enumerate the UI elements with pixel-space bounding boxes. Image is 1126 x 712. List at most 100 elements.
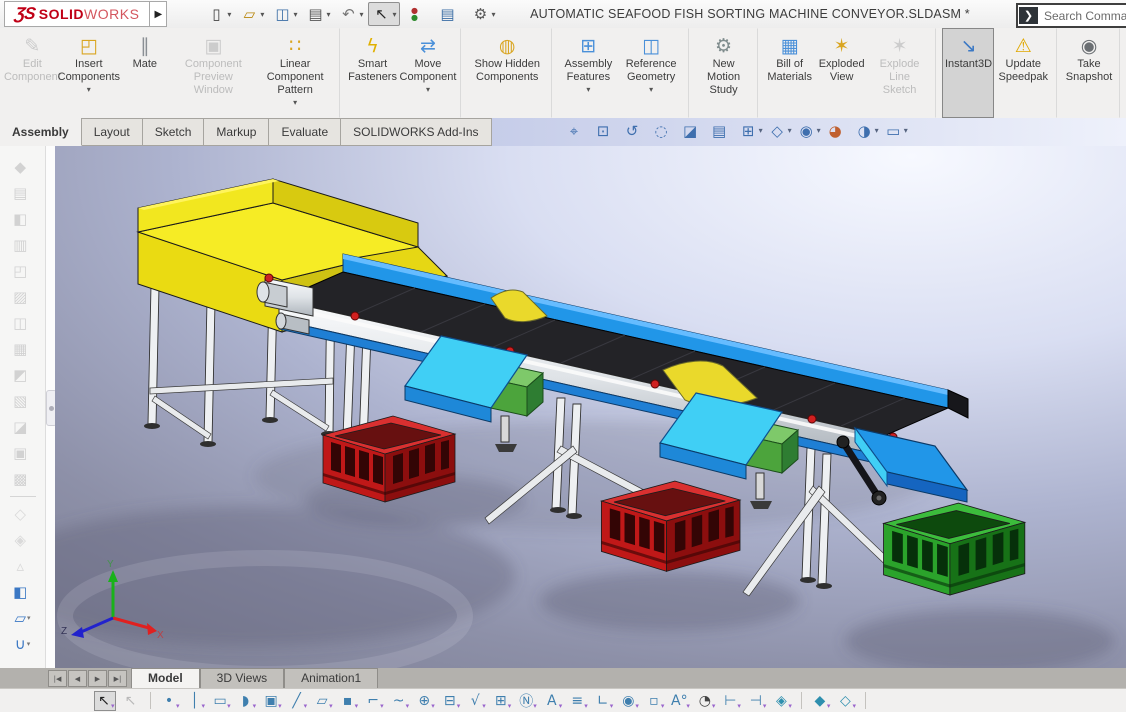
show-hidden-components-button[interactable]: ◍ Show Hidden Components ▾ (467, 28, 553, 118)
bill-of-materials-button[interactable]: ▦ Bill of Materials ▾ (764, 28, 816, 118)
reference-plane-button[interactable]: ▱ ▾ (8, 605, 38, 631)
angle-dimension-button[interactable]: ∟ ▾ (594, 692, 613, 710)
print-button[interactable]: ▤ ▾ (302, 2, 333, 26)
prev-tab-button[interactable]: ◀ (68, 670, 87, 687)
move-component-button[interactable]: ⇄ Move Component ▾ (400, 28, 462, 118)
equation-check-button[interactable]: √ ▾ (466, 692, 486, 710)
edit-appearance-button[interactable]: ◕▾ (825, 120, 850, 141)
tab-3d-views[interactable]: 3D Views (199, 668, 285, 688)
construction-line-button[interactable]: ╱ ▾ (288, 692, 307, 710)
smart-fasteners-button[interactable]: ϟ Smart Fasteners ▾ (346, 28, 400, 118)
first-tab-button[interactable]: |◀ (48, 670, 67, 687)
logo-text-works: WORKS (84, 6, 140, 22)
view-orientation-button[interactable]: ◇ ▾ (767, 120, 791, 141)
options-gear-button[interactable]: ⚙ ▾ (468, 2, 499, 26)
tab-model[interactable]: Model (131, 668, 200, 688)
zoom-to-selection-button[interactable]: ◌▾ (651, 120, 676, 141)
print-icon: ▤ (308, 5, 323, 23)
hide-show-items-button[interactable]: ⊞ ▾ (738, 120, 763, 141)
save-button[interactable]: ◫ ▾ (269, 2, 300, 26)
sketch-square-button[interactable]: ▪ ▾ (339, 692, 358, 710)
display-style-button[interactable]: ◉ ▾ (796, 120, 821, 141)
tab-markup[interactable]: Markup (204, 118, 270, 146)
curve-button[interactable]: ∪ ▾ (8, 631, 38, 657)
assembly-features-button[interactable]: ⊞ Assembly Features ▾ (558, 28, 619, 118)
reference-plane-button[interactable]: ▱ ▾ (313, 692, 333, 710)
section-line-button[interactable]: ⊟ ▾ (441, 692, 460, 710)
dynamic-annotation-views-button[interactable]: ▤▾ (709, 120, 734, 141)
solid-cube-button[interactable]: ▣ ▾ (262, 692, 281, 710)
graphics-area[interactable]: Y X Z (55, 146, 1126, 668)
node-connector-2-button[interactable]: ⊣ ▾ (747, 692, 767, 710)
new-motion-study-icon: ⚙ (715, 34, 733, 57)
zoom-to-area-button[interactable]: ⊡▾ (593, 120, 618, 141)
assembly-tool-1-icon: ◆ (14, 158, 27, 176)
assembly-tool-15-button: ◈▾ (8, 527, 38, 553)
linear-component-pattern-button[interactable]: ∷ Linear Component Pattern ▾ (256, 28, 340, 118)
centerpoint-circle-button[interactable]: ⊕ ▾ (415, 692, 434, 710)
tab-assembly[interactable]: Assembly (0, 118, 82, 146)
tab-sketch[interactable]: Sketch (142, 118, 205, 146)
last-tab-button[interactable]: ▶| (108, 670, 127, 687)
sketch-line-button[interactable]: │ ▾ (186, 692, 205, 710)
instant3d-button[interactable]: ↘ Instant3D ▾ (942, 28, 995, 118)
rebuild-traffic-light-button[interactable]: ▾ (402, 2, 433, 26)
tab-navigation: |◀ ◀ ▶ ▶| (48, 670, 127, 687)
next-tab-button[interactable]: ▶ (88, 670, 107, 687)
new-document-button[interactable]: ▯ ▾ (203, 2, 234, 26)
assembly-tool-3-icon: ◧ (13, 210, 28, 228)
reference-geometry-button[interactable]: ◫ Reference Geometry ▾ (619, 28, 689, 118)
dimension-table-button[interactable]: ⊞ ▾ (492, 692, 511, 710)
sketch-rectangle-button[interactable]: ▭ ▾ (211, 692, 230, 710)
separator (800, 692, 802, 709)
insert-components-button[interactable]: ◰ Insert Components ▾ (58, 28, 120, 118)
new-motion-study-button[interactable]: ⚙ New Motion Study ▾ (695, 28, 758, 118)
section-view-button[interactable]: ◪▾ (680, 120, 705, 141)
zoom-to-fit-button[interactable]: ⌖▾ (564, 120, 589, 141)
trim-entities-button[interactable]: ▫ ▾ (645, 692, 664, 710)
view-settings-button[interactable]: ▭ ▾ (883, 120, 908, 141)
tab-layout[interactable]: Layout (81, 118, 143, 146)
apply-scene-icon: ◑ (857, 121, 871, 140)
tab-animation1[interactable]: Animation1 (284, 668, 379, 688)
assembly-tool-16-icon: ▵ (16, 557, 24, 575)
rebuild-traffic-light-icon (405, 4, 425, 24)
take-snapshot-button[interactable]: ◉ Take Snapshot ▾ (1063, 28, 1121, 118)
corner-rectangle-button[interactable]: ⌐ ▾ (364, 692, 383, 710)
orientation-cube-button[interactable]: ◧▾ (8, 579, 38, 605)
weld-bead-button[interactable]: ≡ ▾ (568, 692, 587, 710)
update-speedpak-button[interactable]: ⚠ Update Speedpak ▾ (994, 28, 1058, 118)
search-input[interactable]: ❯ Search Commands (1016, 3, 1126, 28)
zoom-note-button[interactable]: Ⓝ ▾ (517, 692, 537, 710)
appearance-cube-button[interactable]: ◈ ▾ (772, 692, 792, 710)
file-properties-button[interactable]: ▤▾ (435, 2, 466, 26)
component-preview-window-button: ▣ Component Preview Window ▾ (184, 34, 242, 96)
toolbar-expander-button[interactable]: ▶ (150, 1, 168, 27)
pie-section-button[interactable]: ◔ ▾ (696, 692, 716, 710)
zoom-to-selection-icon: ◌ (654, 121, 668, 140)
sketch-point-button[interactable]: • ▾ (160, 692, 180, 710)
tab-evaluate[interactable]: Evaluate (269, 118, 342, 146)
open-document-button[interactable]: ▱ ▾ (236, 2, 267, 26)
apply-scene-button[interactable]: ◑ ▾ (854, 120, 879, 141)
explode-line-sketch-button: ✶ Explode Line Sketch ▾ (868, 28, 937, 118)
select-button[interactable]: ↖ ▾ (94, 690, 116, 711)
mate-button[interactable]: ∥ Mate ▾ (119, 28, 171, 118)
balloon-button[interactable]: ◉ ▾ (619, 692, 639, 710)
surface-blob-button[interactable]: ◗ ▾ (237, 692, 256, 710)
exploded-view-button[interactable]: ✶ Exploded View ▾ (816, 28, 868, 118)
select-secondary-button[interactable]: ↖▾ (122, 692, 142, 710)
appearance-gem-1-button[interactable]: ◆ ▾ (811, 692, 831, 710)
undo-button[interactable]: ↶ ▾ (335, 2, 366, 26)
node-connector-1-button[interactable]: ⊢ ▾ (721, 692, 741, 710)
assembly-tool-2-button: ▤▾ (8, 180, 38, 206)
spline-handle-button[interactable]: ~ ▾ (390, 692, 409, 710)
tab-solidworks-add-ins[interactable]: SOLIDWORKS Add-Ins (341, 118, 492, 146)
select-tool-button[interactable]: ↖ ▾ (368, 2, 400, 26)
note-text-button[interactable]: A ▾ (543, 692, 562, 710)
note-angle-button[interactable]: A° ▾ (670, 692, 690, 710)
appearance-gem-2-button[interactable]: ◇ ▾ (836, 692, 856, 710)
previous-view-button[interactable]: ↺▾ (622, 120, 647, 141)
edit-component-icon: ✎ (24, 34, 41, 57)
open-document-icon: ▱ (243, 5, 256, 23)
